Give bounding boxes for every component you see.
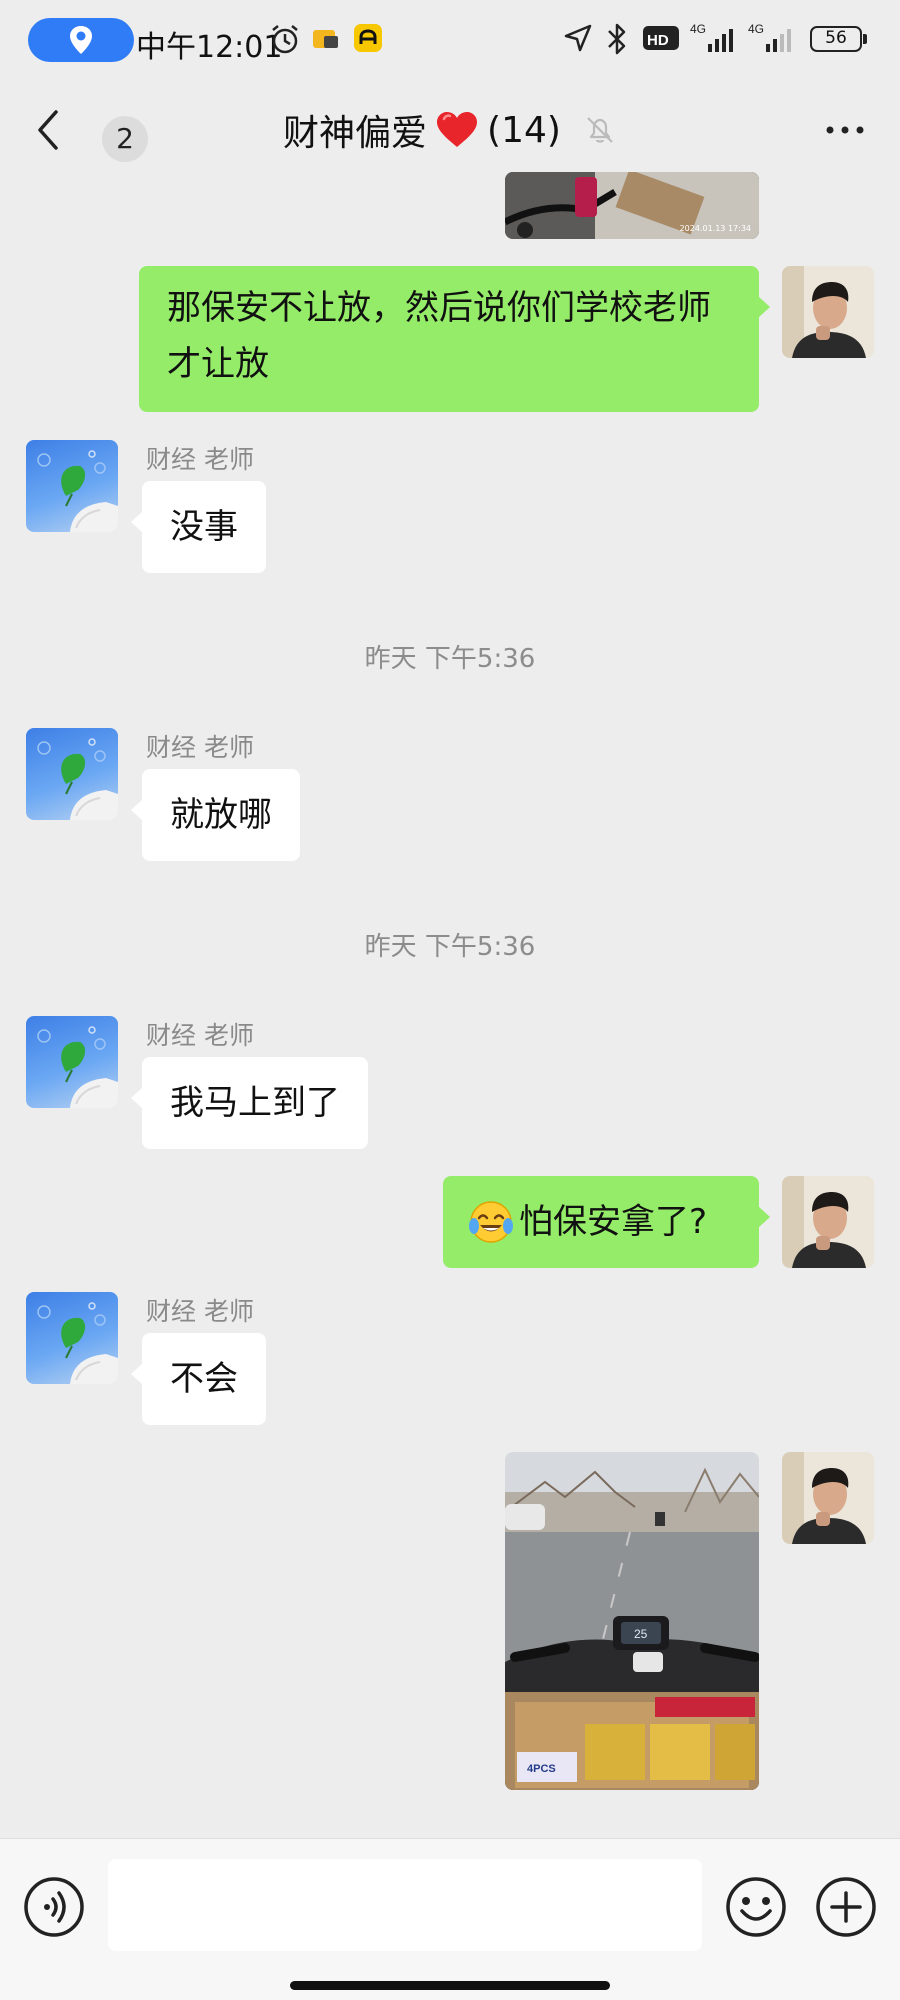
hd-label: HD [647, 32, 669, 49]
message-bubble-out[interactable]: 怕保安拿了? [443, 1176, 770, 1268]
home-indicator[interactable] [290, 1981, 610, 1990]
emoji-button[interactable] [724, 1875, 788, 1939]
message-text: 就放哪 [170, 795, 272, 835]
more-options-button[interactable] [820, 110, 870, 150]
signal-sim1-icon: 4G [690, 22, 733, 52]
sent-photo-partial[interactable]: 2024.01.13 17:34 [505, 172, 759, 239]
my-avatar[interactable] [782, 266, 874, 358]
location-pin-icon [70, 26, 92, 54]
ginkgo-leaf-graphic [37, 738, 118, 820]
message-bubble-in[interactable]: 我马上到了 [131, 1057, 368, 1149]
mute-bell-icon [587, 117, 613, 143]
message-bubble-out[interactable]: 那保安不让放，然后说你们学校老师才让放 [139, 266, 770, 412]
person-portrait-graphic [782, 1176, 874, 1268]
status-bar: 中午12:01 HD 4G 4G 56 [0, 0, 900, 80]
member-count: (14) [487, 109, 561, 151]
sender-name: 财经 老师 [146, 1021, 254, 1050]
app-notification-icon [313, 30, 338, 48]
person-portrait-graphic [782, 266, 874, 358]
sender-name: 财经 老师 [146, 733, 254, 762]
alarm-icon [272, 25, 298, 54]
timestamp: 昨天 下午5:36 [364, 644, 536, 674]
chat-header: 2 财神偏爱 (14) [0, 80, 900, 180]
message-text: 怕保安拿了? [519, 1202, 708, 1242]
navigation-arrow-icon [564, 24, 592, 52]
ginkgo-leaf-graphic [37, 450, 118, 532]
voice-icon [24, 1877, 84, 1937]
box-label: 4PCS [527, 1763, 556, 1775]
message-list[interactable]: 2024.01.13 17:34 那保安不让放，然后说你们学校老师才让放 财经 … [0, 172, 900, 1838]
sent-photo[interactable]: 25 4PCS [505, 1452, 759, 1790]
battery-indicator: 56 [810, 26, 867, 52]
status-time: 中午12:01 [136, 30, 283, 65]
voice-input-button[interactable] [22, 1875, 86, 1939]
message-text: 那保安不让放，然后说你们学校老师才让放 [167, 288, 711, 384]
chat-title: 财神偏爱 (14) [0, 104, 900, 156]
input-bar [0, 1838, 900, 2000]
net2-label: 4G [748, 22, 764, 36]
net1-label: 4G [690, 22, 706, 36]
ginkgo-leaf-graphic [37, 1302, 118, 1384]
message-input[interactable] [108, 1859, 702, 1951]
location-indicator [28, 18, 134, 62]
chat-title-text: 财神偏爱 [283, 113, 428, 154]
message-text: 不会 [170, 1359, 238, 1399]
more-actions-button[interactable] [814, 1875, 878, 1939]
motorcycle-road-photo-graphic: 25 4PCS [505, 1452, 759, 1790]
heart-icon [437, 112, 478, 147]
teacher-avatar[interactable] [26, 728, 118, 820]
plus-icon [816, 1877, 876, 1937]
signal-sim2-icon: 4G [748, 22, 791, 52]
speedometer-reading: 25 [634, 1627, 648, 1641]
timestamp: 昨天 下午5:36 [364, 932, 536, 962]
sender-name: 财经 老师 [146, 445, 254, 474]
my-avatar[interactable] [782, 1452, 874, 1544]
message-text: 我马上到了 [170, 1083, 340, 1123]
photo-date-stamp: 2024.01.13 17:34 [679, 224, 751, 233]
smiley-icon [726, 1877, 786, 1937]
teacher-avatar[interactable] [26, 1292, 118, 1384]
message-bubble-in[interactable]: 就放哪 [131, 769, 300, 861]
message-bubble-in[interactable]: 没事 [131, 481, 266, 573]
hd-voice-icon: HD [643, 26, 679, 50]
my-avatar[interactable] [782, 1176, 874, 1268]
ginkgo-leaf-graphic [37, 1026, 118, 1108]
bluetooth-icon [608, 23, 626, 55]
tears-of-joy-emoji-icon [469, 1201, 513, 1243]
message-text: 没事 [170, 507, 238, 547]
more-dots-icon [826, 126, 864, 134]
teacher-avatar[interactable] [26, 440, 118, 532]
app-badge-icon [354, 24, 382, 52]
person-portrait-graphic [782, 1452, 874, 1544]
sender-name: 财经 老师 [146, 1297, 254, 1326]
teacher-avatar[interactable] [26, 1016, 118, 1108]
message-bubble-in[interactable]: 不会 [131, 1333, 266, 1425]
